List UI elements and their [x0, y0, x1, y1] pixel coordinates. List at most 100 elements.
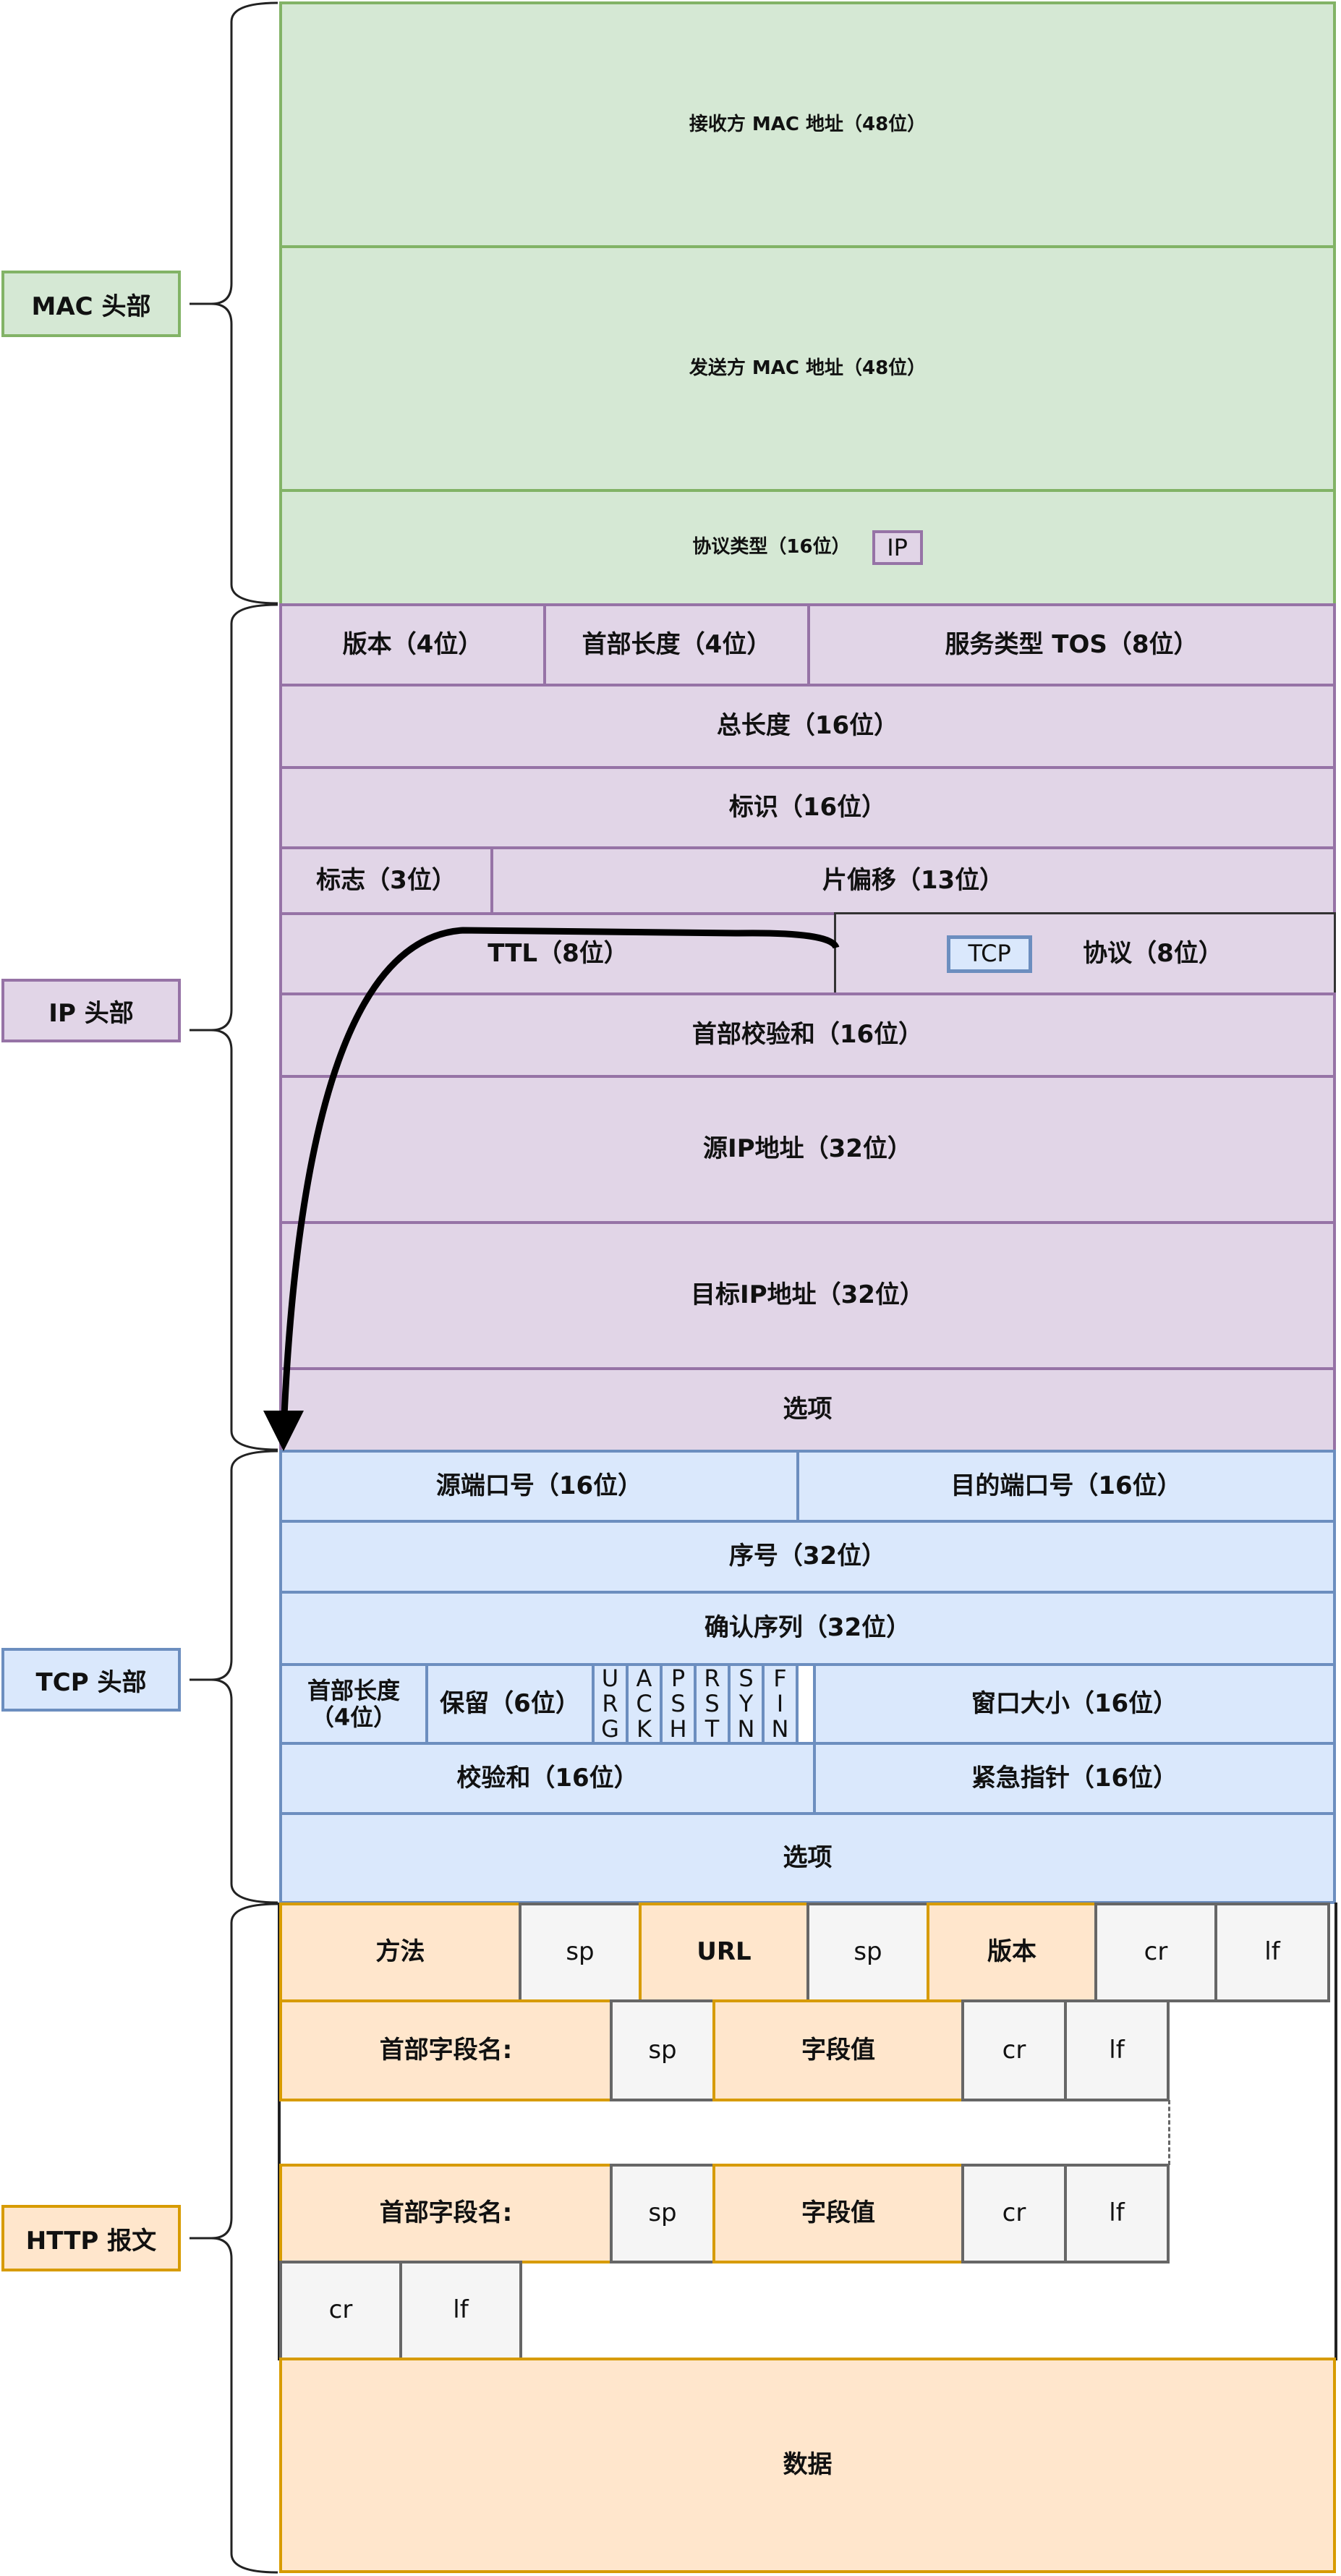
tcp-flag-letter: S: [704, 1689, 720, 1717]
tcp-flag-fin: FIN: [762, 1663, 799, 1745]
header-line-1-text: cr: [1002, 2035, 1026, 2065]
src-mac-field: 发送方 MAC 地址（48位）: [279, 245, 1336, 492]
tcp-checksum-text: 校验和（16位）: [456, 1763, 639, 1793]
request-line-cr-5: cr: [1094, 1903, 1217, 2002]
mac-header-label: MAC 头部: [1, 271, 181, 337]
tcp-seq-text: 序号（32位）: [728, 1542, 887, 1571]
request-line-field-0: 方法: [279, 1903, 522, 2002]
header-line-1-text: 字段值: [801, 2035, 875, 2065]
header-line-n-text: 字段值: [801, 2198, 875, 2228]
header-line-1-cr-3: cr: [961, 1999, 1067, 2101]
ip-src-address-field: 源IP地址（32位）: [279, 1075, 1336, 1224]
tcp-ack-field: 确认序列（32位）: [279, 1591, 1336, 1666]
header-line-n-cr-3: cr: [961, 2164, 1067, 2263]
ip-dst-address-field: 目标IP地址（32位）: [279, 1221, 1336, 1370]
tcp-options-field: 选项: [279, 1812, 1336, 1904]
ethertype-field: 协议类型（16位） IP: [279, 489, 1336, 606]
request-line-text: 版本: [987, 1937, 1036, 1967]
request-line-field-2: URL: [639, 1903, 809, 2002]
ip-tos-field: 服务类型 TOS（8位）: [807, 603, 1336, 686]
http-body-text: 数据: [783, 2450, 833, 2480]
tcp-flag-letter: R: [602, 1689, 618, 1717]
tcp-flag-letter: S: [738, 1664, 754, 1692]
ip-header-label: IP 头部: [1, 979, 181, 1042]
ip-protocol-tcp-badge: TCP: [947, 935, 1033, 973]
request-line-text: sp: [853, 1937, 882, 1967]
src-mac-text: 发送方 MAC 地址（48位）: [689, 357, 927, 379]
ip-identification-field: 标识（16位）: [279, 766, 1336, 849]
mac-brace: [190, 1, 278, 605]
request-line-text: lf: [1264, 1937, 1280, 1967]
ip-options-field: 选项: [279, 1367, 1336, 1453]
ip-protocol-text: 协议（8位）: [1083, 938, 1223, 968]
tcp-checksum-field: 校验和（16位）: [279, 1742, 816, 1815]
header-line-1-field-2: 字段值: [712, 1999, 964, 2101]
request-line-text: cr: [1144, 1937, 1168, 1967]
tcp-data-offset-field: 首部长度 （4位）: [279, 1663, 428, 1745]
ip-version-text: 版本（4位）: [342, 629, 483, 659]
tcp-flag-letter: C: [636, 1689, 652, 1717]
tcp-flag-letter: G: [601, 1715, 619, 1743]
request-line-field-4: 版本: [927, 1903, 1097, 2002]
blank-line-lf-1: lf: [399, 2261, 522, 2360]
ip-dst-address-text: 目标IP地址（32位）: [691, 1280, 924, 1310]
header-line-1-field-0: 首部字段名:: [279, 1999, 613, 2101]
request-line-text: 方法: [375, 1937, 425, 1967]
request-line-text: sp: [566, 1937, 595, 1967]
tcp-brace: [190, 1450, 278, 1904]
blank-line-text: cr: [328, 2295, 353, 2325]
ethertype-ip-badge: IP: [872, 530, 923, 565]
tcp-flag-letter: S: [670, 1689, 686, 1717]
header-line-1-lf-4: lf: [1064, 1999, 1170, 2101]
request-line-text: URL: [697, 1937, 752, 1967]
ip-header-checksum-text: 首部校验和（16位）: [691, 1020, 924, 1050]
ip-flags-field: 标志（3位）: [279, 846, 493, 915]
tcp-flag-letter: T: [704, 1715, 720, 1743]
tcp-src-port-text: 源端口号（16位）: [435, 1471, 643, 1500]
tcp-reserved-text: 保留（6位）: [440, 1688, 580, 1718]
blank-line-cr-0: cr: [279, 2261, 402, 2360]
tcp-src-port-field: 源端口号（16位）: [279, 1450, 799, 1523]
tcp-data-offset-text: 首部长度 （4位）: [307, 1676, 400, 1731]
ip-identification-text: 标识（16位）: [728, 792, 887, 822]
header-line-1-sp-1: sp: [610, 1999, 715, 2101]
tcp-flag-letter: P: [670, 1664, 686, 1692]
ip-fragment-offset-field: 片偏移（13位）: [490, 846, 1336, 915]
tcp-window-text: 窗口大小（16位）: [971, 1688, 1178, 1718]
header-line-n-sp-1: sp: [610, 2164, 715, 2263]
ip-fragment-offset-text: 片偏移（13位）: [822, 865, 1005, 895]
tcp-reserved-field: 保留（6位）: [425, 1663, 595, 1745]
tcp-options-text: 选项: [783, 1842, 833, 1872]
header-line-n-text: cr: [1002, 2198, 1026, 2228]
tcp-window-field: 窗口大小（16位）: [813, 1663, 1336, 1745]
ip-ihl-field: 首部长度（4位）: [543, 603, 810, 686]
header-line-n-text: 首部字段名:: [379, 2198, 513, 2228]
header-line-1-text: sp: [648, 2035, 677, 2065]
header-line-n-field-2: 字段值: [712, 2164, 964, 2263]
tcp-flag-letter: A: [636, 1664, 652, 1692]
ip-ttl-text: TTL（8位）: [488, 938, 629, 968]
header-line-n-text: sp: [648, 2198, 677, 2228]
ip-options-text: 选项: [783, 1395, 833, 1424]
http-message-label: HTTP 报文: [1, 2205, 181, 2271]
ip-flags-text: 标志（3位）: [316, 865, 456, 895]
ip-tos-text: 服务类型 TOS（8位）: [945, 629, 1199, 659]
tcp-ack-text: 确认序列（32位）: [704, 1613, 911, 1643]
tcp-flag-letter: F: [773, 1664, 787, 1692]
ip-brace: [190, 603, 278, 1451]
tcp-flag-letter: H: [669, 1715, 687, 1743]
tcp-flag-letter: N: [737, 1715, 755, 1743]
tcp-header-label: TCP 头部: [1, 1648, 181, 1712]
request-line-sp-3: sp: [806, 1903, 929, 2002]
tcp-flag-letter: R: [704, 1664, 720, 1692]
tcp-flag-syn: SYN: [728, 1663, 765, 1745]
tcp-seq-field: 序号（32位）: [279, 1520, 1336, 1594]
dst-mac-text: 接收方 MAC 地址（48位）: [689, 113, 927, 135]
http-body-field: 数据: [279, 2358, 1336, 2573]
header-line-n-lf-4: lf: [1064, 2164, 1170, 2263]
ip-ihl-text: 首部长度（4位）: [582, 629, 772, 659]
header-line-1-text: lf: [1109, 2035, 1125, 2065]
tcp-dst-port-field: 目的端口号（16位）: [796, 1450, 1336, 1523]
request-line-sp-1: sp: [519, 1903, 642, 2002]
tcp-flag-letter: N: [771, 1715, 789, 1743]
